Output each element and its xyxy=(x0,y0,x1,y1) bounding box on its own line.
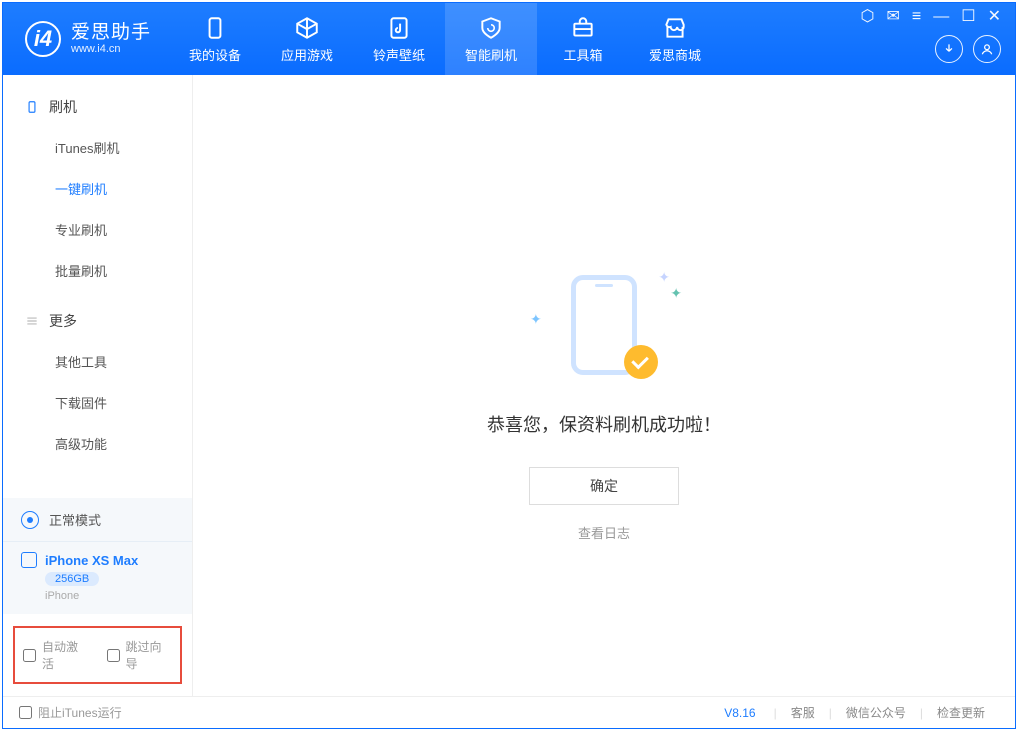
app-name: 爱思助手 xyxy=(71,23,151,44)
music-file-icon xyxy=(386,15,412,41)
logo-icon: i4 xyxy=(25,21,61,57)
menu-icon[interactable]: ≡ xyxy=(912,9,921,25)
app-url: www.i4.cn xyxy=(71,43,151,55)
sidebar-item-other-tools[interactable]: 其他工具 xyxy=(3,341,192,382)
tab-toolbox[interactable]: 工具箱 xyxy=(537,3,629,75)
device-capacity: 256GB xyxy=(45,572,99,586)
footer-link-wechat[interactable]: 微信公众号 xyxy=(846,704,906,721)
checkbox-auto-activate[interactable]: 自动激活 xyxy=(23,638,89,672)
phone-icon xyxy=(202,15,228,41)
sidebar-group-more: 更多 xyxy=(3,301,192,341)
logo: i4 爱思助手 www.i4.cn xyxy=(3,21,169,57)
tab-flash[interactable]: 智能刷机 xyxy=(445,3,537,75)
app-header: i4 爱思助手 www.i4.cn 我的设备 应用游戏 铃声壁纸 智能刷机 xyxy=(3,3,1015,75)
device-mode[interactable]: 正常模式 xyxy=(3,498,192,542)
version-label: V8.16 xyxy=(724,706,755,720)
success-message: 恭喜您，保资料刷机成功啦！ xyxy=(487,411,721,437)
footer: 阻止iTunes运行 V8.16 | 客服 | 微信公众号 | 检查更新 xyxy=(3,696,1015,728)
main-tabs: 我的设备 应用游戏 铃声壁纸 智能刷机 工具箱 爱思商城 xyxy=(169,3,721,75)
cube-icon xyxy=(294,15,320,41)
checkbox-skip-wizard[interactable]: 跳过向导 xyxy=(107,638,173,672)
device-phone-icon xyxy=(21,552,37,568)
success-check-icon xyxy=(624,345,658,379)
sidebar-group-flash: 刷机 xyxy=(3,87,192,127)
ok-button[interactable]: 确定 xyxy=(529,467,679,505)
tab-device[interactable]: 我的设备 xyxy=(169,3,261,75)
tshirt-icon[interactable]: ⬡ xyxy=(861,9,875,25)
device-name: iPhone XS Max xyxy=(45,553,138,568)
sidebar-item-download-fw[interactable]: 下载固件 xyxy=(3,382,192,423)
sidebar-item-advanced[interactable]: 高级功能 xyxy=(3,423,192,464)
main-content: ✦ ✦ ✦ 恭喜您，保资料刷机成功啦！ 确定 查看日志 xyxy=(193,75,1015,696)
minimize-icon[interactable]: — xyxy=(933,9,949,25)
sparkle-icon: ✦ xyxy=(658,269,670,286)
footer-link-update[interactable]: 检查更新 xyxy=(937,704,985,721)
flash-options: 自动激活 跳过向导 xyxy=(13,626,182,684)
maximize-icon[interactable]: ☐ xyxy=(961,9,975,25)
account-button[interactable] xyxy=(973,35,1001,63)
sidebar-item-pro-flash[interactable]: 专业刷机 xyxy=(3,209,192,250)
view-log-link[interactable]: 查看日志 xyxy=(578,523,630,542)
download-icon xyxy=(942,42,956,56)
sidebar: 刷机 iTunes刷机 一键刷机 专业刷机 批量刷机 更多 其他工具 下载固件 … xyxy=(3,75,193,696)
device-card[interactable]: iPhone XS Max 256GB iPhone xyxy=(3,542,192,614)
sparkle-icon: ✦ xyxy=(530,311,542,328)
success-illustration: ✦ ✦ ✦ xyxy=(544,275,664,385)
sparkle-icon: ✦ xyxy=(670,285,682,302)
toolbox-icon xyxy=(570,15,596,41)
download-button[interactable] xyxy=(935,35,963,63)
user-icon xyxy=(980,42,994,56)
mode-normal-icon xyxy=(21,511,39,529)
close-icon[interactable]: ✕ xyxy=(988,9,1001,25)
sidebar-item-itunes-flash[interactable]: iTunes刷机 xyxy=(3,127,192,168)
device-sub: iPhone xyxy=(45,590,79,602)
phone-small-icon xyxy=(25,100,39,114)
checkbox-block-itunes[interactable]: 阻止iTunes运行 xyxy=(19,704,122,721)
sidebar-item-batch-flash[interactable]: 批量刷机 xyxy=(3,250,192,291)
refresh-shield-icon xyxy=(478,15,504,41)
list-icon xyxy=(25,314,39,328)
sidebar-item-oneclick-flash[interactable]: 一键刷机 xyxy=(3,168,192,209)
footer-link-support[interactable]: 客服 xyxy=(791,704,815,721)
tab-apps[interactable]: 应用游戏 xyxy=(261,3,353,75)
tab-store[interactable]: 爱思商城 xyxy=(629,3,721,75)
system-buttons: ⬡ ✉ ≡ — ☐ ✕ xyxy=(861,9,1001,25)
store-icon xyxy=(662,15,688,41)
feedback-icon[interactable]: ✉ xyxy=(887,9,900,25)
tab-ringtone[interactable]: 铃声壁纸 xyxy=(353,3,445,75)
